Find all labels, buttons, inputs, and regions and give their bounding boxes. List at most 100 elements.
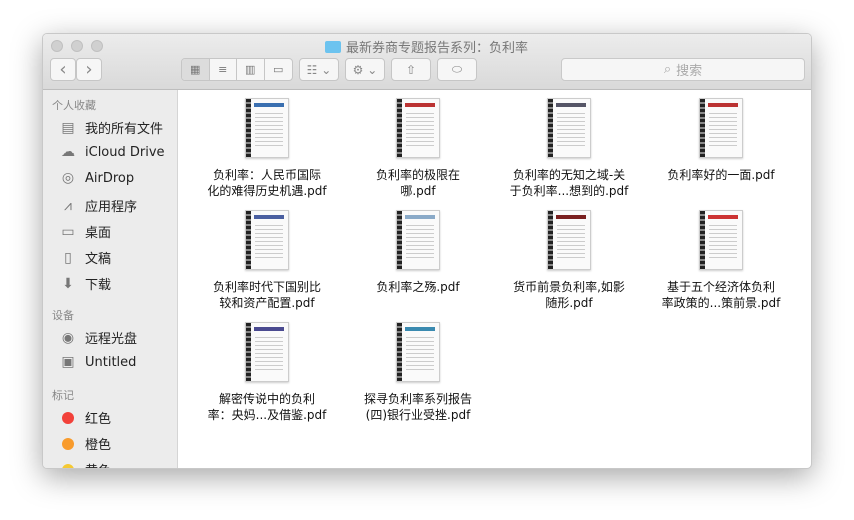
file-name-line: (四)银行业受挫.pdf bbox=[365, 408, 471, 422]
red-tag-icon bbox=[62, 411, 74, 424]
orange-tag-icon bbox=[62, 437, 74, 450]
sidebar-item-label: 远程光盘 bbox=[85, 332, 138, 347]
file-item[interactable]: 负利率的极限在 哪.pdf bbox=[348, 98, 488, 199]
zoom-button[interactable] bbox=[91, 40, 103, 52]
file-name-line: 负利率好的一面.pdf bbox=[667, 168, 775, 182]
disk-icon: ▣ bbox=[61, 354, 75, 370]
pdf-thumbnail-icon bbox=[699, 210, 743, 270]
tags-header: 标记 bbox=[52, 389, 74, 402]
file-name: 负利率：人民币国际 化的难得历史机遇.pdf bbox=[197, 167, 337, 199]
file-item[interactable]: 负利率的无知之域-关 于负利率...想到的.pdf bbox=[499, 98, 639, 199]
action-button[interactable]: ⚙ ⌄ bbox=[345, 58, 385, 81]
favorites-header: 个人收藏 bbox=[52, 99, 96, 112]
sidebar-item-icloud[interactable]: ☁ iCloud Drive bbox=[59, 144, 165, 160]
back-button[interactable]: ‹ bbox=[50, 58, 76, 81]
sidebar-item-applications[interactable]: ⩘ 应用程序 bbox=[59, 196, 138, 216]
icon-view-icon[interactable]: ▦ bbox=[182, 59, 210, 80]
file-name-line: 探寻负利率系列报告 bbox=[363, 392, 472, 406]
file-name-line: 化的难得历史机遇.pdf bbox=[207, 184, 327, 198]
file-name-line: 货币前景负利率,如影 bbox=[513, 280, 625, 294]
file-name: 基于五个经济体负利 率政策的...策前景.pdf bbox=[651, 279, 791, 311]
sidebar-item-label: iCloud Drive bbox=[85, 144, 165, 160]
file-item[interactable]: 负利率好的一面.pdf bbox=[651, 98, 791, 183]
sidebar-item-label: 下载 bbox=[85, 278, 112, 293]
cloud-icon: ☁ bbox=[61, 144, 75, 160]
airdrop-icon: ◎ bbox=[61, 170, 75, 186]
pdf-thumbnail-icon bbox=[245, 322, 289, 382]
file-name: 负利率之殇.pdf bbox=[348, 279, 488, 295]
sidebar-item-label: 黄色 bbox=[85, 460, 111, 468]
share-button[interactable]: ⇧ bbox=[391, 58, 431, 81]
file-name: 解密传说中的负利 率：央妈...及借鉴.pdf bbox=[197, 391, 337, 423]
sidebar-item-tag-yellow[interactable]: 黄色 bbox=[59, 460, 111, 468]
sidebar-item-desktop[interactable]: ▭ 桌面 bbox=[59, 222, 112, 242]
yellow-tag-icon bbox=[62, 463, 74, 468]
file-name-line: 较和资产配置.pdf bbox=[219, 296, 315, 310]
sidebar-item-label: 文稿 bbox=[85, 252, 112, 267]
close-button[interactable] bbox=[51, 40, 63, 52]
pdf-thumbnail-icon bbox=[547, 98, 591, 158]
file-item[interactable]: 基于五个经济体负利 率政策的...策前景.pdf bbox=[651, 210, 791, 311]
file-name: 负利率的极限在 哪.pdf bbox=[348, 167, 488, 199]
finder-window: 最新券商专题报告系列：负利率 ‹ › ▦ ≡ ▥ ▭ ☷ ⌄ ⚙ ⌄ ⇧ ⬭ ⌕… bbox=[42, 33, 812, 469]
list-view-icon[interactable]: ≡ bbox=[210, 59, 237, 80]
file-name: 负利率的无知之域-关 于负利率...想到的.pdf bbox=[499, 167, 639, 199]
downloads-icon: ⬇ bbox=[62, 275, 74, 292]
file-name-line: 哪.pdf bbox=[400, 184, 436, 198]
sidebar-item-untitled[interactable]: ▣ Untitled bbox=[59, 354, 136, 370]
window-title: 最新券商专题报告系列：负利率 bbox=[325, 37, 528, 56]
arrange-button[interactable]: ☷ ⌄ bbox=[299, 58, 339, 81]
file-item[interactable]: 货币前景负利率,如影 随形.pdf bbox=[499, 210, 639, 311]
all-files-icon: ▤ bbox=[61, 119, 75, 136]
sidebar-item-airdrop[interactable]: ◎ AirDrop bbox=[59, 170, 134, 186]
file-name-line: 负利率：人民币国际 bbox=[212, 168, 321, 182]
file-name-line: 负利率的极限在 bbox=[375, 168, 460, 182]
pdf-thumbnail-icon bbox=[396, 98, 440, 158]
sidebar-item-label: 桌面 bbox=[85, 226, 112, 241]
pdf-thumbnail-icon bbox=[699, 98, 743, 158]
file-name-line: 负利率时代下国别比 bbox=[212, 280, 321, 294]
file-item[interactable]: 负利率时代下国别比 较和资产配置.pdf bbox=[197, 210, 337, 311]
file-name-line: 负利率的无知之域-关 bbox=[512, 168, 626, 182]
search-input[interactable]: ⌕ 搜索 bbox=[561, 58, 805, 81]
devices-header: 设备 bbox=[52, 309, 74, 322]
sidebar-item-label: Untitled bbox=[85, 354, 137, 370]
pdf-thumbnail-icon bbox=[396, 210, 440, 270]
pdf-thumbnail-icon bbox=[245, 98, 289, 158]
search-icon: ⌕ bbox=[663, 62, 672, 77]
sidebar-item-label: 橙色 bbox=[85, 438, 112, 453]
file-name-line: 基于五个经济体负利 bbox=[666, 280, 775, 294]
minimize-button[interactable] bbox=[71, 40, 83, 52]
pdf-thumbnail-icon bbox=[396, 322, 440, 382]
sidebar-item-tag-orange[interactable]: 橙色 bbox=[59, 434, 111, 453]
pdf-thumbnail-icon bbox=[547, 210, 591, 270]
applications-icon: ⩘ bbox=[64, 197, 72, 214]
column-view-icon[interactable]: ▥ bbox=[237, 59, 265, 80]
search-placeholder: 搜索 bbox=[676, 64, 703, 79]
sidebar-item-documents[interactable]: ▯ 文稿 bbox=[59, 248, 112, 268]
folder-icon bbox=[325, 40, 341, 53]
sidebar: 个人收藏 ▤ 我的所有文件 ☁ iCloud Drive ◎ AirDrop ⩘ 应用程… bbox=[43, 90, 178, 468]
file-name-line: 负利率之殇.pdf bbox=[376, 280, 460, 294]
tags-button[interactable]: ⬭ bbox=[437, 58, 477, 81]
file-name-line: 解密传说中的负利 bbox=[218, 392, 315, 406]
sidebar-item-label: 应用程序 bbox=[85, 200, 138, 215]
sidebar-item-tag-red[interactable]: 红色 bbox=[59, 408, 111, 427]
view-mode-group: ▦ ≡ ▥ ▭ bbox=[181, 58, 293, 81]
file-item[interactable]: 探寻负利率系列报告 (四)银行业受挫.pdf bbox=[348, 322, 488, 423]
file-name: 负利率时代下国别比 较和资产配置.pdf bbox=[197, 279, 337, 311]
sidebar-item-downloads[interactable]: ⬇ 下载 bbox=[59, 274, 112, 294]
forward-button[interactable]: › bbox=[76, 58, 102, 81]
file-name: 探寻负利率系列报告 (四)银行业受挫.pdf bbox=[348, 391, 488, 423]
sidebar-item-remote-disc[interactable]: ◉ 远程光盘 bbox=[59, 328, 138, 348]
file-name-line: 随形.pdf bbox=[545, 296, 593, 310]
file-name: 货币前景负利率,如影 随形.pdf bbox=[499, 279, 639, 311]
file-item[interactable]: 解密传说中的负利 率：央妈...及借鉴.pdf bbox=[197, 322, 337, 423]
file-name: 负利率好的一面.pdf bbox=[651, 167, 791, 183]
file-item[interactable]: 负利率：人民币国际 化的难得历史机遇.pdf bbox=[197, 98, 337, 199]
sidebar-item-all-files[interactable]: ▤ 我的所有文件 bbox=[59, 118, 163, 138]
arrange-icon: ☷ ⌄ bbox=[306, 62, 332, 77]
desktop-icon: ▭ bbox=[61, 223, 75, 240]
coverflow-view-icon[interactable]: ▭ bbox=[265, 59, 292, 80]
file-item[interactable]: 负利率之殇.pdf bbox=[348, 210, 488, 295]
